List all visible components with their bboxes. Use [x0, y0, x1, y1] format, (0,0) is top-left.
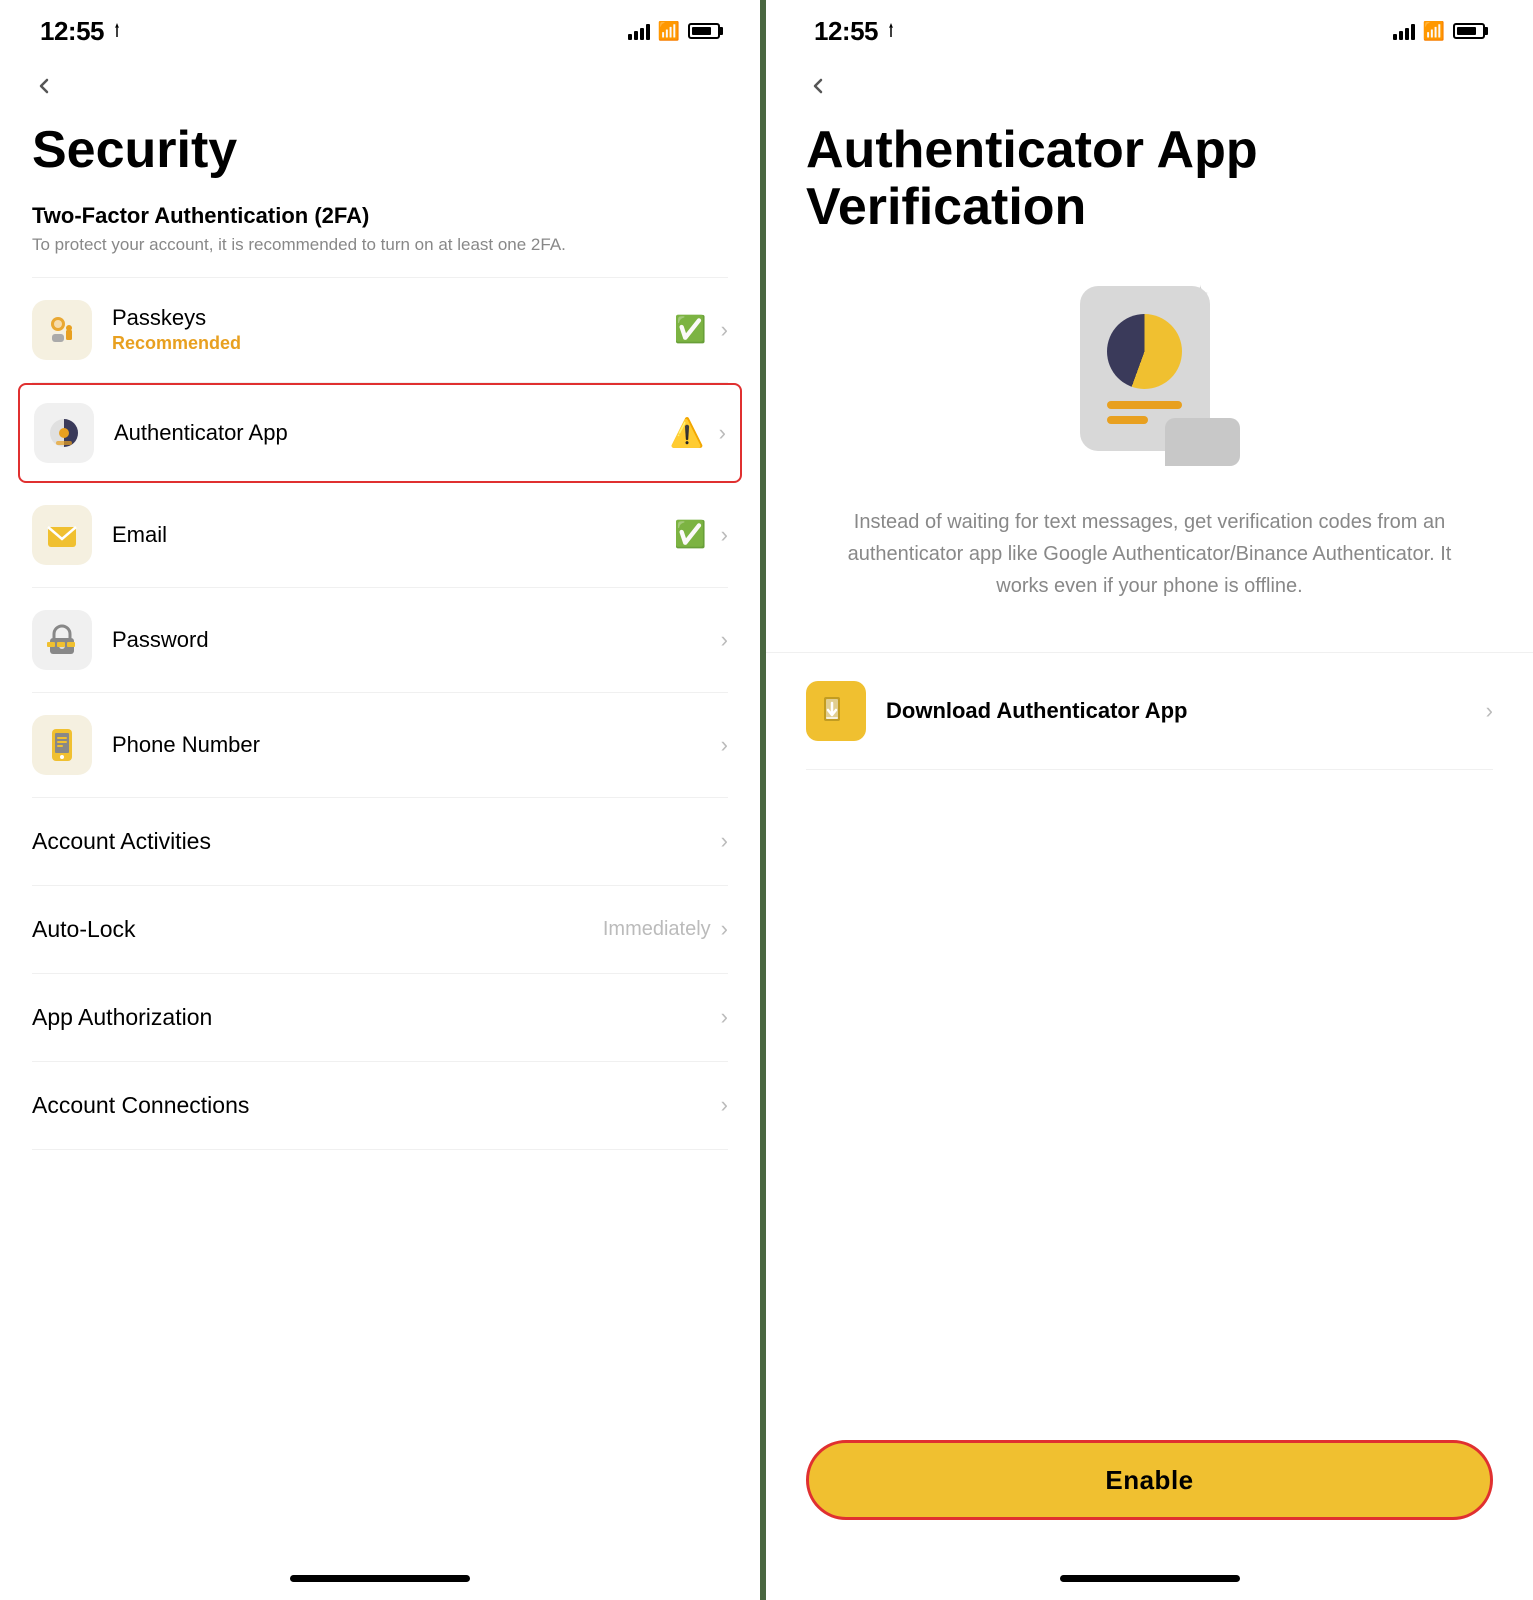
phone-line-full — [1107, 401, 1182, 409]
download-authenticator-row[interactable]: Download Authenticator App › — [806, 653, 1493, 770]
security-item-email[interactable]: Email ✅ › — [32, 483, 728, 588]
enable-button-wrap: Enable — [806, 1440, 1493, 1520]
enable-button[interactable]: Enable — [806, 1440, 1493, 1520]
passkeys-chevron-icon: › — [721, 317, 728, 343]
menu-item-app-authorization[interactable]: App Authorization › — [32, 974, 728, 1062]
passkeys-sublabel: Recommended — [112, 333, 674, 354]
status-icons-left: 📶 — [628, 21, 720, 42]
right-panel: 12:55 📶 Authenticator App Ve — [766, 0, 1533, 1600]
back-button-right[interactable] — [806, 54, 1493, 114]
app-authorization-label: App Authorization — [32, 1004, 721, 1031]
account-activities-chevron-icon: › — [721, 828, 728, 854]
password-icon — [32, 610, 92, 670]
auto-lock-value: Immediately — [603, 918, 711, 941]
passkeys-label-wrap: Passkeys Recommended — [112, 305, 674, 354]
security-item-authenticator-app[interactable]: Authenticator App ⚠️ › — [18, 383, 742, 483]
email-label: Email — [112, 522, 674, 548]
location-icon-left — [110, 23, 124, 39]
auth-illustration: ✦ — [806, 276, 1493, 476]
download-authenticator-label: Download Authenticator App — [886, 698, 1486, 724]
phone-line-short — [1107, 416, 1148, 424]
twofa-subtitle: To protect your account, it is recommend… — [32, 233, 728, 257]
auth-app-label-wrap: Authenticator App — [114, 420, 670, 446]
download-chevron-icon: › — [1486, 698, 1493, 724]
download-icon — [806, 681, 866, 741]
wifi-icon-right: 📶 — [1423, 21, 1445, 42]
home-indicator-right — [1060, 1575, 1240, 1582]
menu-item-auto-lock[interactable]: Auto-Lock Immediately › — [32, 886, 728, 974]
status-time-right: 12:55 — [814, 16, 878, 47]
menu-item-account-activities[interactable]: Account Activities › — [32, 798, 728, 886]
phone-number-chevron-icon: › — [721, 732, 728, 758]
location-icon-right — [884, 23, 898, 39]
battery-icon-left — [688, 23, 720, 39]
passkeys-label: Passkeys — [112, 305, 206, 330]
security-items-list: Passkeys Recommended ✅ › Authenticator A… — [32, 277, 728, 798]
account-activities-label: Account Activities — [32, 828, 721, 855]
account-connections-chevron-icon: › — [721, 1092, 728, 1118]
home-indicator-left — [290, 1575, 470, 1582]
auth-title-line2: Verification — [806, 178, 1086, 236]
menu-items-list: Account Activities › Auto-Lock Immediate… — [32, 798, 728, 1150]
password-label: Password — [112, 627, 721, 653]
auto-lock-label: Auto-Lock — [32, 916, 603, 943]
auto-lock-chevron-icon: › — [721, 916, 728, 942]
security-item-password[interactable]: Password › — [32, 588, 728, 693]
auth-img-container: ✦ — [1050, 276, 1250, 476]
auth-page-title: Authenticator App Verification — [806, 122, 1493, 236]
pie-chart-illustration — [1107, 314, 1182, 389]
auth-description: Instead of waiting for text messages, ge… — [806, 506, 1493, 602]
twofa-title: Two-Factor Authentication (2FA) — [32, 203, 728, 229]
status-bar-right: 12:55 📶 — [806, 0, 1493, 54]
email-icon — [32, 505, 92, 565]
signal-icon-left — [628, 22, 650, 40]
status-icons-right: 📶 — [1393, 21, 1485, 42]
signal-icon-right — [1393, 22, 1415, 40]
battery-icon-right — [1453, 23, 1485, 39]
status-time-left: 12:55 — [40, 16, 104, 47]
phone-number-label: Phone Number — [112, 732, 721, 758]
menu-item-account-connections[interactable]: Account Connections › — [32, 1062, 728, 1150]
security-item-phone-number[interactable]: Phone Number › — [32, 693, 728, 798]
back-button-left[interactable] — [32, 54, 728, 114]
chat-bubble-illustration — [1165, 418, 1240, 466]
left-panel: 12:55 📶 Security Two-Facto — [0, 0, 766, 1600]
auth-app-chevron-icon: › — [719, 420, 726, 446]
auth-app-status-icon: ⚠️ — [670, 416, 705, 449]
passkeys-status-icon: ✅ — [674, 314, 706, 345]
authenticator-app-icon — [34, 403, 94, 463]
auth-title-line1: Authenticator App — [806, 121, 1258, 179]
password-chevron-icon: › — [721, 627, 728, 653]
page-title-left: Security — [32, 122, 728, 179]
account-connections-label: Account Connections — [32, 1092, 721, 1119]
security-item-passkeys[interactable]: Passkeys Recommended ✅ › — [32, 278, 728, 383]
email-chevron-icon: › — [721, 522, 728, 548]
auth-app-label: Authenticator App — [114, 420, 288, 445]
passkeys-icon — [32, 300, 92, 360]
twofa-section-header: Two-Factor Authentication (2FA) To prote… — [32, 203, 728, 257]
app-authorization-chevron-icon: › — [721, 1004, 728, 1030]
status-bar-left: 12:55 📶 — [32, 0, 728, 54]
phone-number-icon — [32, 715, 92, 775]
wifi-icon-left: 📶 — [658, 21, 680, 42]
email-status-icon: ✅ — [674, 519, 706, 550]
